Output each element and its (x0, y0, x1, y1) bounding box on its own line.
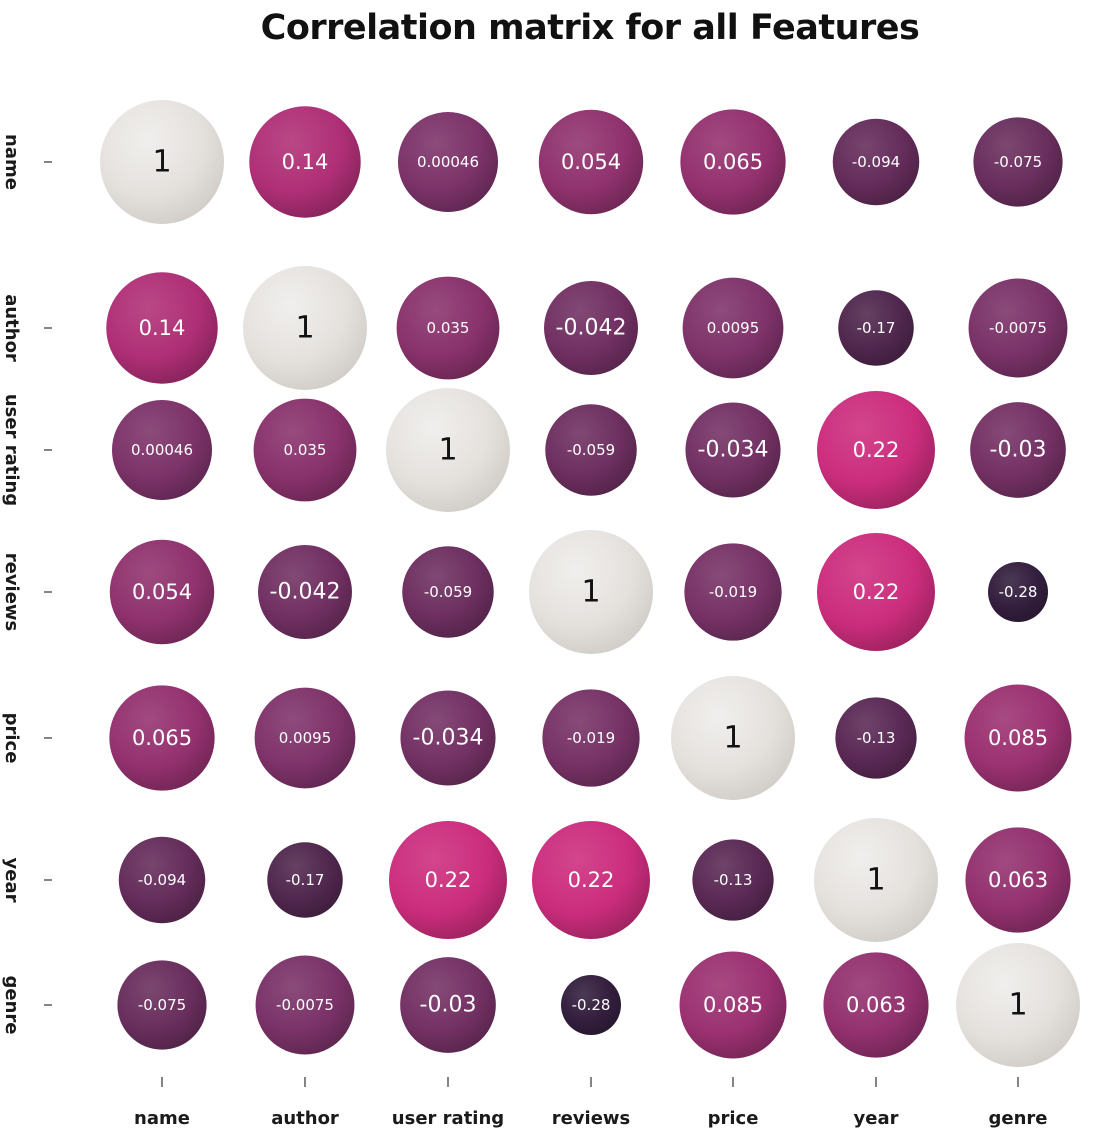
x-tick-label: author (271, 1108, 339, 1129)
y-tick-label: genre (1, 976, 22, 1035)
bubble-label: -0.019 (567, 729, 615, 747)
bubble-label: 1 (295, 311, 314, 346)
bubble-label: -0.094 (138, 871, 186, 889)
x-axis: name author user rating reviews price year gen… (134, 1077, 1048, 1129)
x-tick-label: price (708, 1108, 759, 1129)
bubble-label: 0.22 (425, 868, 472, 892)
bubble-label: 0.063 (988, 868, 1048, 892)
y-axis: name author user rating reviews price year gen… (1, 134, 52, 1035)
bubble-label: -0.03 (990, 438, 1047, 463)
y-tick-label: user rating (1, 394, 22, 506)
bubble-label: 1 (581, 575, 600, 610)
bubble-label: 0.035 (284, 441, 327, 459)
bubble-label: -0.059 (567, 441, 615, 459)
x-tick-label: reviews (552, 1108, 631, 1129)
x-tick-label: year (854, 1108, 899, 1129)
bubble-label: -0.075 (138, 996, 186, 1014)
y-tick-label: price (1, 713, 22, 764)
bubble-label: 0.22 (853, 438, 900, 462)
bubble-label: -0.019 (709, 583, 757, 601)
bubble-label: -0.13 (714, 871, 753, 889)
bubble-label: -0.094 (852, 153, 900, 171)
bubble-label: 0.054 (561, 150, 621, 174)
bubble-label: -0.17 (286, 871, 325, 889)
bubble-label: -0.0075 (276, 996, 334, 1014)
bubble-label: 1 (152, 145, 171, 180)
bubble-label: 0.00046 (131, 441, 193, 459)
bubble-label: 0.22 (568, 868, 615, 892)
bubble-label: -0.059 (424, 583, 472, 601)
y-tick-label: author (1, 294, 22, 362)
bubble-label: 0.085 (988, 726, 1048, 750)
bubble-label: 0.035 (427, 319, 470, 337)
bubble-label: 0.00046 (417, 153, 479, 171)
y-tick-label: year (1, 858, 22, 903)
bubble-label: -0.17 (857, 319, 896, 337)
bubble-label: 0.14 (282, 150, 329, 174)
bubble-label: 0.085 (703, 993, 763, 1017)
bubble-label: -0.042 (556, 316, 627, 341)
bubble-label: 0.054 (132, 580, 192, 604)
bubble-label: 1 (723, 721, 742, 756)
bubble-label: 0.065 (703, 150, 763, 174)
bubble-label: -0.13 (857, 729, 896, 747)
bubble-grid: 1 0.14 0.00046 0.054 0.065 -0.094 -0.075 0.14 1 0… (100, 100, 1080, 1067)
bubble-label: 0.0095 (279, 729, 332, 747)
bubble-label: -0.03 (420, 993, 477, 1018)
bubble-label: -0.034 (413, 726, 484, 751)
bubble-label: 0.22 (853, 580, 900, 604)
bubble-label: 1 (438, 433, 457, 468)
x-tick-label: name (134, 1108, 190, 1129)
x-tick-label: genre (989, 1108, 1048, 1129)
bubble-label: -0.034 (698, 438, 769, 463)
bubble-label: -0.28 (572, 996, 611, 1014)
bubble-label: -0.0075 (989, 319, 1047, 337)
bubble-label: 0.14 (139, 316, 186, 340)
correlation-bubble-chart: name author user rating reviews price year gen… (1, 100, 1080, 1129)
bubble-label: 1 (866, 863, 885, 898)
x-tick-label: user rating (392, 1108, 504, 1129)
bubble-label: 0.063 (846, 993, 906, 1017)
bubble-label: -0.075 (994, 153, 1042, 171)
bubble-label: -0.28 (999, 583, 1038, 601)
bubble-label: -0.042 (270, 580, 341, 605)
y-tick-label: reviews (1, 553, 22, 632)
bubble-label: 0.065 (132, 726, 192, 750)
bubble-label: 0.0095 (707, 319, 760, 337)
bubble-label: 1 (1008, 988, 1027, 1023)
y-tick-label: name (1, 134, 22, 190)
